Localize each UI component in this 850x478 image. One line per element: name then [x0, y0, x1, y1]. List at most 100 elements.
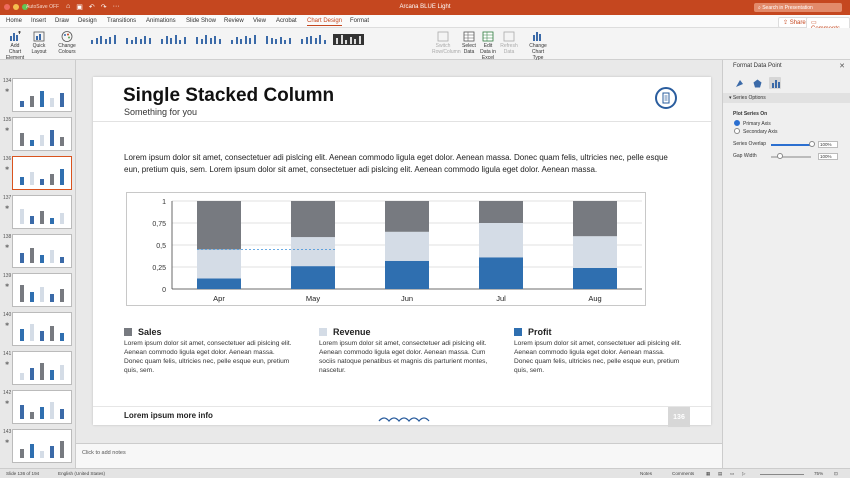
tab-insert[interactable]: Insert — [31, 18, 46, 24]
tab-chart-design[interactable]: Chart Design — [307, 18, 343, 26]
tab-draw[interactable]: Draw — [55, 18, 69, 24]
chart-frame[interactable]: 0 0,25 0,5 0,75 1 Apr May Jun Jul Aug — [126, 192, 646, 306]
bar-sales[interactable] — [573, 201, 617, 237]
slideshow-icon[interactable]: ▷ — [742, 471, 746, 477]
secondary-axis-radio[interactable] — [734, 128, 740, 134]
slide-preview[interactable] — [12, 156, 72, 190]
slide-thumbnail[interactable]: 136 ✱ — [2, 156, 74, 191]
zoom-level[interactable]: 75% — [814, 471, 823, 476]
bar-profit[interactable] — [479, 257, 523, 289]
bar-profit[interactable] — [197, 278, 241, 289]
slide-thumbnail[interactable]: 141 ✱ — [2, 351, 74, 386]
tab-review[interactable]: Review — [224, 18, 244, 24]
slide-preview[interactable] — [12, 117, 72, 151]
slide-thumbnail[interactable]: 137 ✱ — [2, 195, 74, 230]
close-icon[interactable]: ✕ — [839, 62, 845, 70]
tab-slide-show[interactable]: Slide Show — [186, 18, 216, 24]
fill-line-icon[interactable] — [733, 77, 745, 89]
bar-profit[interactable] — [573, 267, 617, 289]
slide-footer[interactable]: Lorem ipsum more info — [124, 411, 213, 420]
tab-transitions[interactable]: Transitions — [107, 18, 136, 24]
refresh-data-button[interactable]: Refresh Data — [500, 30, 518, 55]
tab-format[interactable]: Format — [350, 18, 369, 24]
slide-preview[interactable] — [12, 429, 72, 463]
chart-styles-gallery[interactable] — [88, 34, 364, 45]
chart-style-option[interactable] — [158, 34, 189, 45]
tab-animations[interactable]: Animations — [146, 18, 176, 24]
chart-style-option[interactable] — [333, 34, 364, 45]
series-overlap-slider[interactable] — [771, 144, 811, 146]
legend-block-sales[interactable]: Sales Lorem ipsum dolor sit amet, consect… — [124, 327, 294, 375]
bar-revenue[interactable] — [385, 231, 429, 261]
notes-toggle[interactable]: Notes — [640, 471, 652, 476]
slide-preview[interactable] — [12, 312, 72, 346]
slide-thumbnail[interactable]: 135 ✱ — [2, 117, 74, 152]
slide-preview[interactable] — [12, 390, 72, 424]
bar-revenue[interactable] — [573, 236, 617, 268]
normal-view-icon[interactable]: ▦ — [706, 471, 710, 477]
zoom-slider[interactable] — [760, 474, 804, 475]
slide-preview[interactable] — [12, 78, 72, 112]
slide-preview[interactable] — [12, 234, 72, 268]
slide-thumbnail[interactable]: 139 ✱ — [2, 273, 74, 308]
slide-thumbnail[interactable]: 142 ✱ — [2, 390, 74, 425]
slide-thumbnail[interactable]: 134 ✱ — [2, 78, 74, 113]
chart-style-option[interactable] — [263, 34, 294, 45]
tab-home[interactable]: Home — [6, 18, 22, 24]
notes-pane[interactable]: Click to add notes — [76, 443, 722, 468]
x-tick-label: Jul — [496, 294, 506, 303]
edit-data-in-excel-button[interactable]: Edit Data in Excel — [478, 30, 498, 61]
tab-acrobat[interactable]: Acrobat — [276, 18, 297, 24]
bar-revenue[interactable] — [291, 237, 335, 267]
select-data-button[interactable]: Select Data — [460, 30, 478, 55]
slide-thumbnail[interactable]: 138 ✱ — [2, 234, 74, 269]
comments-toggle[interactable]: Comments — [672, 471, 694, 476]
slide-subtitle[interactable]: Something for you — [124, 107, 197, 117]
chart-style-option[interactable] — [123, 34, 154, 45]
chart-style-option[interactable] — [193, 34, 224, 45]
slide-body-text[interactable]: Lorem ipsum dolor sit amet, consectetuer… — [124, 152, 684, 176]
bar-sales[interactable] — [385, 201, 429, 232]
gap-width-handle[interactable] — [777, 153, 783, 159]
series-overlap-field[interactable]: 100% — [818, 141, 838, 148]
effects-icon[interactable] — [751, 77, 763, 89]
chart-style-option[interactable] — [228, 34, 259, 45]
search-input[interactable]: ⌕ Search in Presentation — [754, 3, 842, 12]
legend-block-revenue[interactable]: Revenue Lorem ipsum dolor sit amet, conse… — [319, 327, 489, 375]
bar-revenue[interactable] — [479, 223, 523, 258]
quick-layout-button[interactable]: Quick Layout — [30, 30, 48, 55]
gap-width-field[interactable]: 100% — [818, 153, 838, 160]
slide-title[interactable]: Single Stacked Column — [123, 85, 334, 107]
change-colours-button[interactable]: Change Colours — [56, 30, 78, 55]
series-options-section[interactable]: ▾ Series Options — [723, 93, 850, 103]
bar-profit[interactable] — [291, 266, 335, 289]
reading-view-icon[interactable]: ▭ — [730, 471, 734, 477]
tab-design[interactable]: Design — [78, 18, 97, 24]
switch-row-column-button[interactable]: Switch Row/Column — [432, 30, 461, 55]
slide-preview[interactable] — [12, 273, 72, 307]
slide-preview[interactable] — [12, 351, 72, 385]
x-tick-label: Jun — [401, 294, 413, 303]
bar-sales[interactable] — [197, 201, 241, 250]
bar-profit[interactable] — [385, 260, 429, 289]
slide-preview[interactable] — [12, 195, 72, 229]
primary-axis-radio[interactable] — [734, 120, 740, 126]
slide-thumbnail[interactable]: 143 ✱ — [2, 429, 74, 464]
bar-sales[interactable] — [291, 201, 335, 238]
series-options-icon[interactable] — [769, 77, 781, 89]
chart-style-option[interactable] — [88, 34, 119, 45]
legend-block-profit[interactable]: Profit Lorem ipsum dolor sit amet, consec… — [514, 327, 684, 375]
slide-thumbnail[interactable]: 140 ✱ — [2, 312, 74, 347]
fit-to-window-icon[interactable]: ⊡ — [834, 471, 838, 477]
change-chart-type-button[interactable]: Change Chart Type — [526, 30, 550, 61]
language-indicator[interactable]: English (United States) — [58, 471, 105, 476]
series-overlap-handle[interactable] — [809, 141, 815, 147]
tab-view[interactable]: View — [253, 18, 266, 24]
slide-sorter-icon[interactable]: ▤ — [718, 471, 722, 477]
chart-style-option[interactable] — [298, 34, 329, 45]
stacked-column-chart[interactable]: 0 0,25 0,5 0,75 1 Apr May Jun Jul Aug — [127, 193, 647, 307]
bar-sales[interactable] — [479, 201, 523, 223]
add-chart-element-button[interactable]: Add Chart Element — [4, 30, 26, 61]
bar-revenue[interactable] — [197, 249, 241, 279]
slide[interactable]: Single Stacked Column Something for you … — [93, 77, 711, 427]
